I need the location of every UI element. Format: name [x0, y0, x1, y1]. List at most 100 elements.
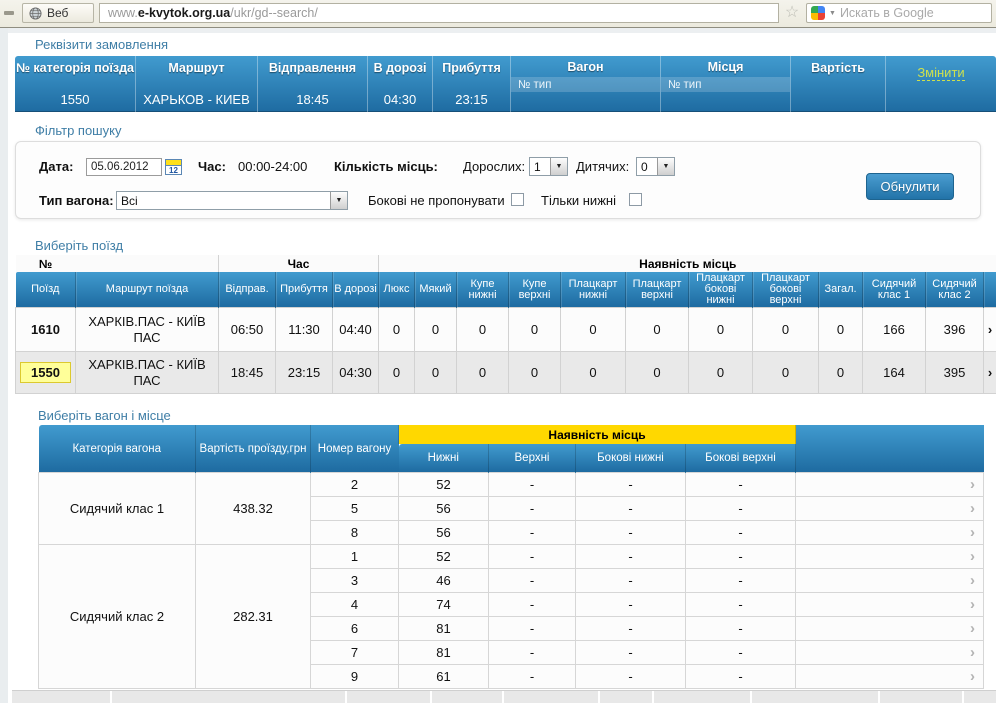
children-select[interactable]: 0 ▼ — [636, 157, 675, 176]
order-seats-value — [661, 107, 790, 112]
seats-side-lower: - — [576, 569, 686, 593]
order-wagon-value — [511, 107, 660, 112]
row-arrow-icon[interactable]: › — [984, 308, 996, 352]
wagon-row[interactable]: Сидячий клас 1438.32252---› — [39, 473, 984, 497]
wagons-col-side-lower-header: Бокові нижні — [576, 444, 686, 473]
row-arrow-icon[interactable]: › — [796, 641, 984, 665]
url-prefix: www. — [108, 6, 138, 20]
change-link[interactable]: Змінити — [917, 65, 964, 81]
wagon-number: 6 — [311, 617, 399, 641]
train-departure: 06:50 — [219, 308, 276, 352]
web-tab-button[interactable]: Веб — [22, 3, 94, 23]
calendar-icon[interactable]: 12 — [165, 159, 182, 175]
search-dropdown-icon[interactable]: ▼ — [829, 10, 836, 17]
date-input[interactable]: 05.06.2012 — [86, 158, 162, 176]
seats-side-lower: - — [576, 617, 686, 641]
wagons-col-side-upper-header: Бокові верхні — [686, 444, 796, 473]
only-lower-label: Тільки нижні — [541, 193, 616, 208]
trains-col-header: Маршрут поїзда — [76, 272, 219, 308]
seats-side-upper: - — [686, 593, 796, 617]
reset-button[interactable]: Обнулити — [866, 173, 954, 200]
url-input[interactable]: www.e-kvytok.org.ua/ukr/gd--search/ — [99, 3, 779, 23]
seats-lower: 52 — [399, 545, 489, 569]
train-row[interactable]: 1610ХАРКІВ.ПАС - КИЇВ ПАС06:5011:3004:40… — [16, 308, 996, 352]
children-select-value: 0 — [637, 158, 657, 175]
trains-col-header: Плацкарт нижні — [561, 272, 626, 308]
wagons-header-row-top: Категорія вагона Вартість проїзду,грн Но… — [39, 425, 984, 444]
seats-side-upper: - — [686, 545, 796, 569]
order-col-train-header: № категорія поїзда — [15, 56, 135, 89]
row-arrow-icon[interactable]: › — [796, 665, 984, 689]
seat-count-label: Кількість місць: — [334, 159, 438, 174]
browser-bar: Веб www.e-kvytok.org.ua/ukr/gd--search/ … — [0, 0, 996, 28]
order-col-price: Вартість — [790, 56, 885, 112]
seats-upper: - — [489, 665, 576, 689]
train-route: ХАРКІВ.ПАС - КИЇВ ПАС — [76, 308, 219, 352]
order-col-departure: Відправлення 18:45 — [257, 56, 367, 112]
page: Веб www.e-kvytok.org.ua/ukr/gd--search/ … — [0, 0, 996, 703]
seats-side-upper: - — [686, 665, 796, 689]
order-seats-subheader: № тип — [661, 77, 790, 92]
order-col-duration-header: В дорозі — [368, 56, 432, 89]
seats-upper: - — [489, 617, 576, 641]
row-arrow-icon[interactable]: › — [796, 569, 984, 593]
trains-table: № Час Наявність місць ПоїздМаршрут поїзд… — [15, 255, 996, 394]
wagons-col-lower-header: Нижні — [399, 444, 489, 473]
order-col-seats-header: Місця — [661, 56, 790, 77]
trains-col-header: Сидячий клас 1 — [863, 272, 926, 308]
wagon-row[interactable]: Сидячий клас 2282.31152---› — [39, 545, 984, 569]
adults-select[interactable]: 1 ▼ — [529, 157, 568, 176]
order-price-value — [791, 107, 885, 112]
row-arrow-icon[interactable]: › — [796, 593, 984, 617]
trains-group-availability: Наявність місць — [379, 255, 996, 272]
wagon-type-select[interactable]: Всі ▼ — [116, 191, 348, 210]
trains-col-header: В дорозі — [333, 272, 379, 308]
row-arrow-icon[interactable]: › — [796, 473, 984, 497]
order-col-route-header: Маршрут — [136, 56, 257, 89]
url-path: /ukr/gd--search/ — [230, 6, 318, 20]
train-availability-cell: 0 — [689, 308, 753, 352]
wagon-number: 1 — [311, 545, 399, 569]
trains-col-header: Мякий — [415, 272, 457, 308]
trains-col-header: Поїзд — [16, 272, 76, 308]
train-availability-cell: 0 — [509, 308, 561, 352]
train-availability-cell: 0 — [457, 352, 509, 394]
google-search-box[interactable]: ▼ Искать в Google — [806, 3, 992, 23]
no-side-seats-checkbox[interactable] — [511, 193, 524, 206]
date-label: Дата: — [39, 159, 73, 174]
order-col-train: № категорія поїзда 1550 — [15, 56, 135, 112]
url-domain: e-kvytok.org.ua — [138, 6, 230, 20]
trains-col-header: Люкс — [379, 272, 415, 308]
calendar-icon-day: 12 — [166, 166, 181, 175]
trains-col-header: Плацкарт верхні — [626, 272, 689, 308]
train-availability-cell: 0 — [509, 352, 561, 394]
order-route-value: ХАРЬКОВ - КИЕВ — [136, 92, 257, 112]
order-section-heading: Реквізити замовлення — [35, 37, 996, 52]
web-tab-label: Веб — [47, 6, 68, 20]
browser-menu-icon[interactable] — [4, 11, 14, 15]
children-label: Дитячих: — [576, 159, 629, 174]
globe-icon — [29, 7, 42, 20]
row-arrow-icon[interactable]: › — [796, 521, 984, 545]
train-availability-cell: 0 — [753, 352, 819, 394]
wagons-availability-band: Наявність місць — [399, 425, 796, 444]
row-arrow-icon[interactable]: › — [796, 497, 984, 521]
bookmark-star-icon[interactable]: ☆ — [783, 3, 801, 23]
order-col-arrival-header: Прибуття — [433, 56, 510, 89]
wagon-number: 7 — [311, 641, 399, 665]
trains-col-header: Купе верхні — [509, 272, 561, 308]
google-search-input[interactable]: Искать в Google — [840, 6, 934, 20]
adults-label: Дорослих: — [463, 159, 525, 174]
page-left-strip — [0, 28, 8, 703]
seats-lower: 46 — [399, 569, 489, 593]
wagon-number: 5 — [311, 497, 399, 521]
seats-lower: 81 — [399, 641, 489, 665]
train-route: ХАРКІВ.ПАС - КИЇВ ПАС — [76, 352, 219, 394]
row-arrow-icon[interactable]: › — [796, 545, 984, 569]
row-arrow-icon[interactable]: › — [984, 352, 996, 394]
seats-side-lower: - — [576, 521, 686, 545]
row-arrow-icon[interactable]: › — [796, 617, 984, 641]
train-row[interactable]: 1550ХАРКІВ.ПАС - КИЇВ ПАС18:4523:1504:30… — [16, 352, 996, 394]
only-lower-checkbox[interactable] — [629, 193, 642, 206]
wagon-category: Сидячий клас 2 — [39, 545, 196, 689]
